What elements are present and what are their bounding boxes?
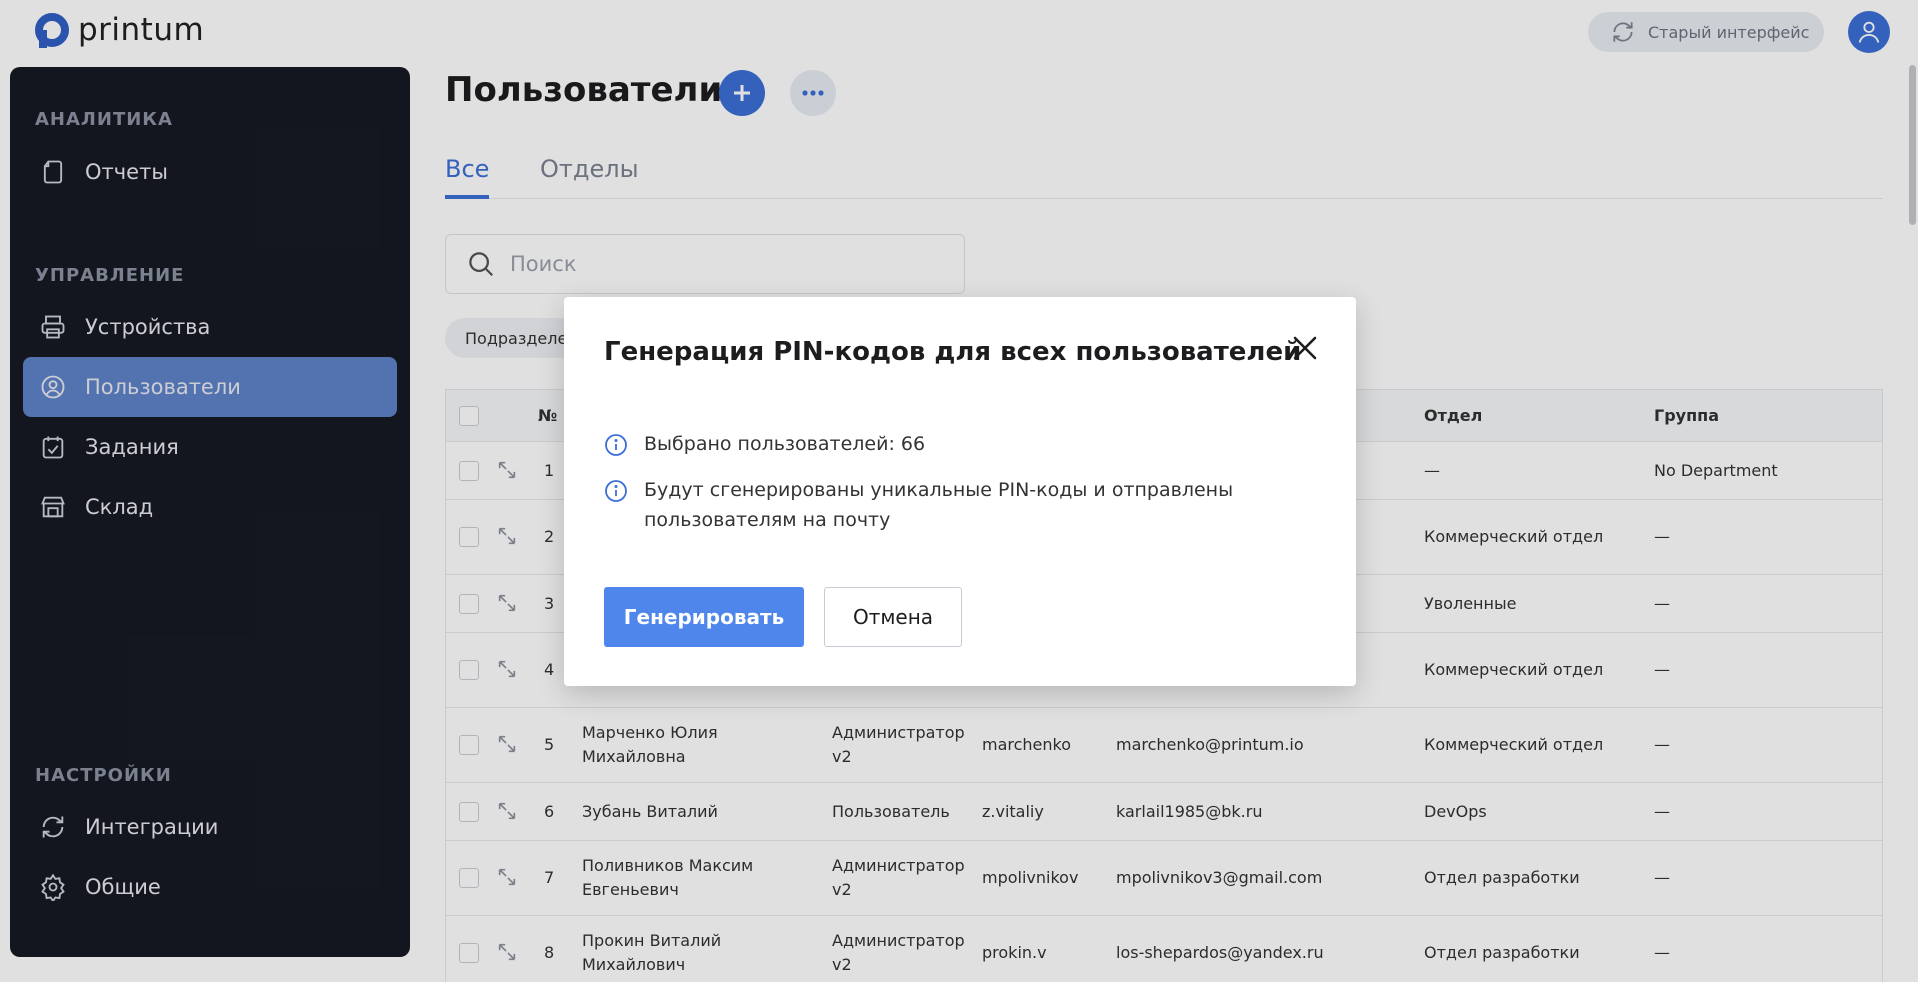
close-icon[interactable] xyxy=(1289,332,1321,364)
pin-generation-dialog: Генерация PIN-кодов для всех пользовател… xyxy=(564,297,1356,686)
dialog-title: Генерация PIN-кодов для всех пользовател… xyxy=(604,337,1302,367)
cancel-button[interactable]: Отмена xyxy=(824,587,962,647)
generate-button[interactable]: Генерировать xyxy=(604,587,804,647)
selected-users-text: Выбрано пользователей: 66 xyxy=(644,433,926,455)
info-icon xyxy=(605,480,627,502)
pin-info: Будут сгенерированы уникальные PIN-коды … xyxy=(604,475,1284,535)
info-icon xyxy=(605,434,627,456)
pin-info-text: Будут сгенерированы уникальные PIN-коды … xyxy=(644,479,1234,531)
selected-users-info: Выбрано пользователей: 66 xyxy=(604,429,925,459)
